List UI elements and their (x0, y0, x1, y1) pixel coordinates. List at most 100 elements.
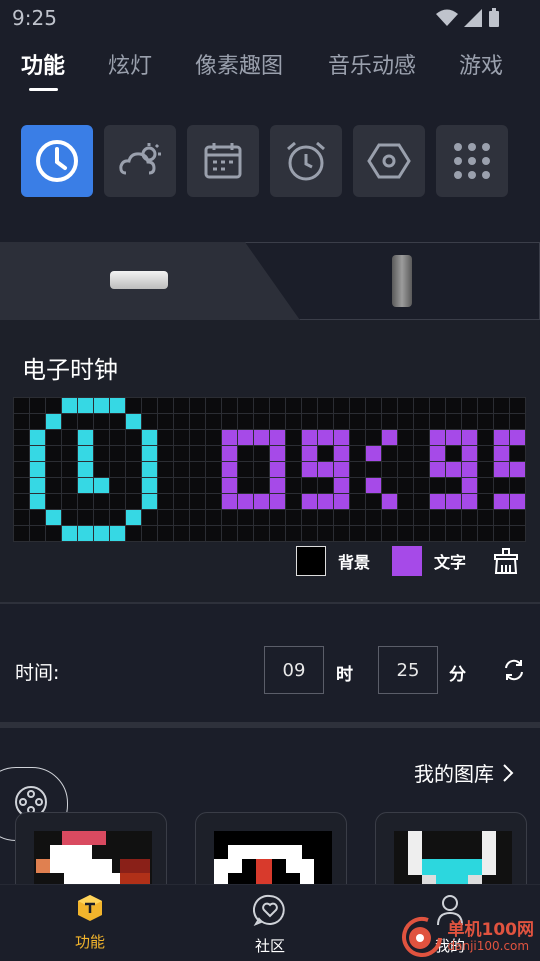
led-pixel[interactable] (238, 430, 253, 445)
clear-brush-icon[interactable] (492, 547, 520, 575)
led-pixel[interactable] (382, 526, 397, 541)
led-pixel[interactable] (238, 446, 253, 461)
led-pixel[interactable] (414, 446, 429, 461)
led-pixel[interactable] (510, 494, 525, 509)
led-pixel[interactable] (366, 494, 381, 509)
clock-button[interactable] (21, 125, 93, 197)
led-pixel[interactable] (302, 398, 317, 413)
led-pixel[interactable] (158, 510, 173, 525)
led-pixel[interactable] (94, 510, 109, 525)
led-pixel[interactable] (446, 462, 461, 477)
led-pixel[interactable] (222, 478, 237, 493)
led-pixel[interactable] (78, 398, 93, 413)
nav-community[interactable]: 社区 (230, 893, 310, 956)
alarm-button[interactable] (270, 125, 342, 197)
my-gallery-link[interactable]: 我的图库 (414, 758, 514, 787)
led-pixel[interactable] (318, 430, 333, 445)
led-pixel[interactable] (110, 398, 125, 413)
led-pixel[interactable] (510, 478, 525, 493)
led-pixel[interactable] (142, 510, 157, 525)
led-pixel[interactable] (94, 446, 109, 461)
led-pixel[interactable] (142, 414, 157, 429)
led-pixel[interactable] (398, 446, 413, 461)
led-pixel[interactable] (494, 462, 509, 477)
led-pixel[interactable] (142, 398, 157, 413)
led-pixel[interactable] (78, 494, 93, 509)
led-pixel[interactable] (30, 510, 45, 525)
led-pixel[interactable] (302, 446, 317, 461)
led-pixel[interactable] (142, 430, 157, 445)
led-pixel[interactable] (46, 414, 61, 429)
led-pixel[interactable] (462, 462, 477, 477)
led-pixel[interactable] (382, 494, 397, 509)
led-pixel[interactable] (414, 414, 429, 429)
led-pixel[interactable] (158, 398, 173, 413)
led-pixel[interactable] (158, 414, 173, 429)
led-pixel[interactable] (414, 526, 429, 541)
tab-music[interactable]: 音乐动感 (328, 48, 416, 80)
text-color-swatch[interactable] (392, 546, 423, 576)
led-pixel[interactable] (94, 430, 109, 445)
led-pixel[interactable] (478, 494, 493, 509)
led-pixel[interactable] (318, 398, 333, 413)
led-pixel[interactable] (222, 414, 237, 429)
led-pixel[interactable] (414, 398, 429, 413)
led-pixel[interactable] (318, 526, 333, 541)
led-pixel[interactable] (94, 526, 109, 541)
led-pixel[interactable] (510, 446, 525, 461)
led-pixel[interactable] (62, 430, 77, 445)
led-pixel[interactable] (286, 526, 301, 541)
led-pixel[interactable] (206, 462, 221, 477)
led-pixel[interactable] (126, 526, 141, 541)
led-pixel[interactable] (206, 526, 221, 541)
led-pixel[interactable] (510, 510, 525, 525)
led-pixel[interactable] (78, 430, 93, 445)
led-pixel[interactable] (478, 414, 493, 429)
led-pixel[interactable] (366, 446, 381, 461)
led-pixel[interactable] (110, 510, 125, 525)
led-pixel[interactable] (366, 398, 381, 413)
led-pixel[interactable] (206, 478, 221, 493)
led-pixel[interactable] (382, 398, 397, 413)
led-pixel[interactable] (286, 478, 301, 493)
led-pixel[interactable] (206, 414, 221, 429)
led-pixel[interactable] (174, 446, 189, 461)
led-pixel[interactable] (30, 398, 45, 413)
led-pixel[interactable] (286, 510, 301, 525)
led-pixel[interactable] (174, 462, 189, 477)
led-pixel[interactable] (334, 414, 349, 429)
led-pixel[interactable] (174, 526, 189, 541)
led-pixel[interactable] (430, 430, 445, 445)
led-pixel[interactable] (318, 510, 333, 525)
led-pixel[interactable] (142, 462, 157, 477)
led-pixel[interactable] (94, 398, 109, 413)
led-pixel[interactable] (270, 510, 285, 525)
led-pixel[interactable] (190, 494, 205, 509)
led-pixel[interactable] (334, 494, 349, 509)
led-pixel[interactable] (366, 510, 381, 525)
more-button[interactable] (436, 125, 508, 197)
led-pixel[interactable] (222, 446, 237, 461)
led-pixel[interactable] (110, 478, 125, 493)
led-pixel[interactable] (286, 398, 301, 413)
led-pixel[interactable] (190, 510, 205, 525)
led-pixel[interactable] (334, 510, 349, 525)
led-pixel[interactable] (206, 430, 221, 445)
led-pixel[interactable] (14, 430, 29, 445)
led-pixel[interactable] (30, 446, 45, 461)
led-pixel[interactable] (254, 414, 269, 429)
led-pixel[interactable] (126, 446, 141, 461)
led-pixel[interactable] (318, 494, 333, 509)
led-pixel[interactable] (62, 510, 77, 525)
hexagon-button[interactable] (353, 125, 425, 197)
led-pixel[interactable] (494, 430, 509, 445)
led-pixel[interactable] (222, 430, 237, 445)
led-pixel[interactable] (126, 462, 141, 477)
led-pixel[interactable] (478, 430, 493, 445)
led-pixel[interactable] (286, 446, 301, 461)
led-pixel[interactable] (270, 526, 285, 541)
led-pixel[interactable] (350, 478, 365, 493)
led-pixel[interactable] (302, 494, 317, 509)
led-pixel[interactable] (334, 398, 349, 413)
led-pixel[interactable] (110, 430, 125, 445)
